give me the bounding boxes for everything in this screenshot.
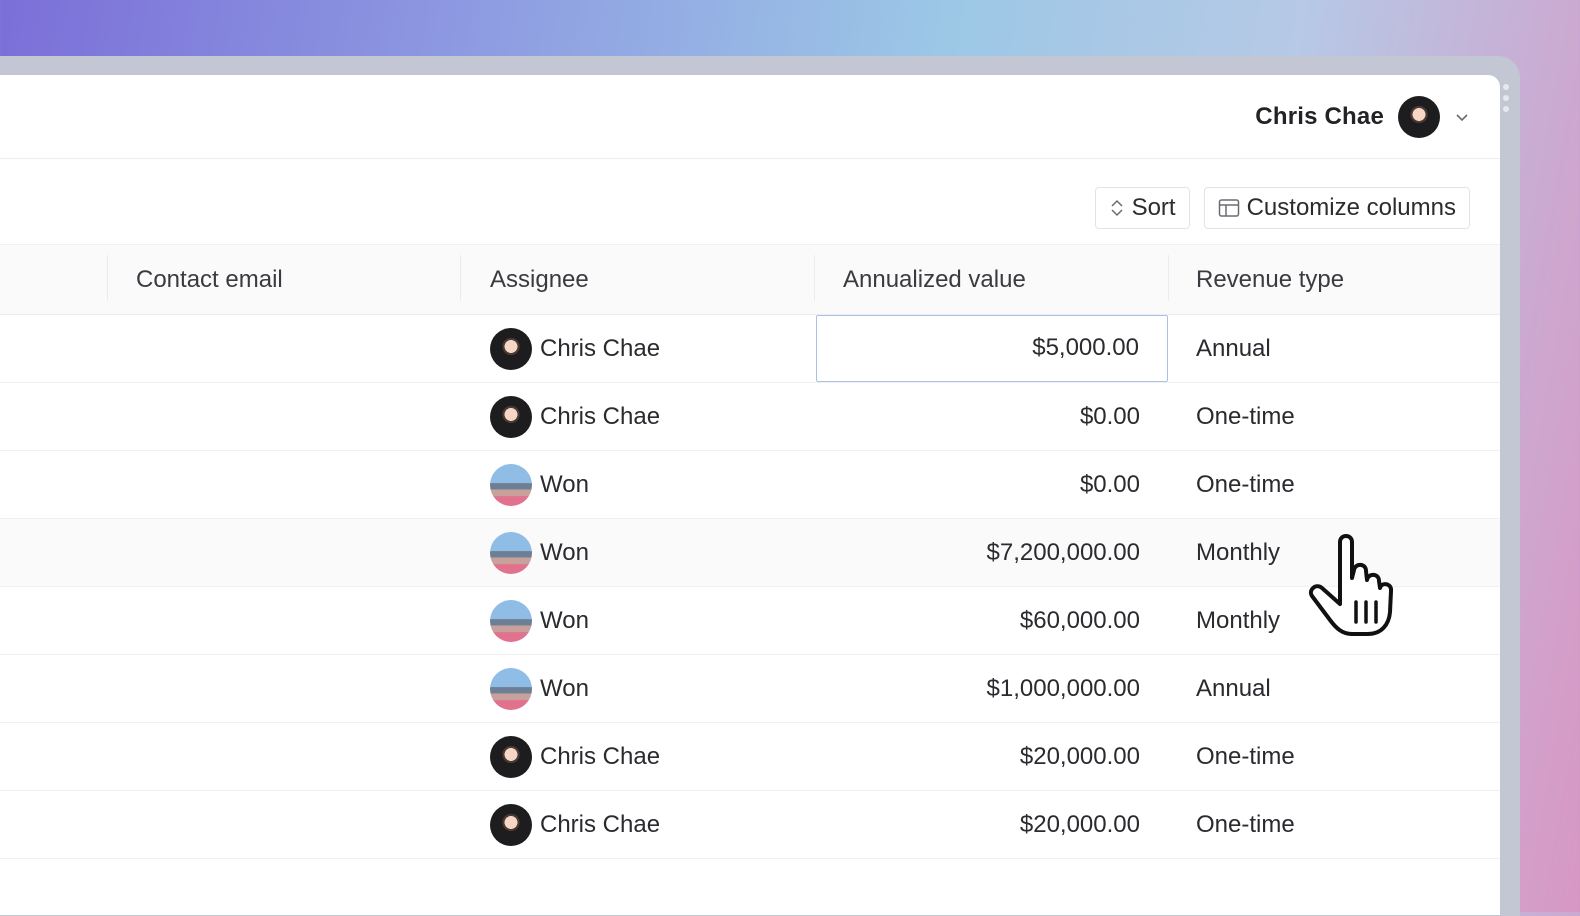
sort-label: Sort xyxy=(1131,194,1176,221)
assignee-name: Won xyxy=(540,674,589,702)
avatar xyxy=(490,463,532,506)
revenue-type-cell[interactable]: One-time xyxy=(1196,723,1295,790)
customize-columns-button[interactable]: Customize columns xyxy=(1203,187,1470,229)
user-menu[interactable]: Chris Chae xyxy=(1255,95,1470,139)
top-header: Chris Chae xyxy=(0,75,1500,159)
assignee-name: Won xyxy=(540,470,589,498)
table-toolbar: Sort Customize columns xyxy=(1094,187,1470,229)
column-header-annualized-value[interactable]: Annualized value xyxy=(843,245,1026,314)
table-row[interactable]: Chris Chae $20,000.00 One-time xyxy=(0,791,1500,859)
table-row[interactable]: Chris Chae $5,000.00 Annual xyxy=(0,315,1500,383)
assignee-cell[interactable]: Won xyxy=(490,587,589,654)
sort-button[interactable]: Sort xyxy=(1094,187,1190,229)
annualized-value-cell[interactable]: $1,000,000.00 xyxy=(816,655,1168,722)
revenue-type-cell[interactable]: Annual xyxy=(1196,655,1271,722)
annualized-value-cell[interactable]: $7,200,000.00 xyxy=(816,519,1168,586)
customize-columns-label: Customize columns xyxy=(1246,194,1456,221)
assignee-cell[interactable]: Chris Chae xyxy=(490,723,660,790)
table-row[interactable]: Won $0.00 One-time xyxy=(0,451,1500,519)
annualized-value-cell[interactable]: $0.00 xyxy=(816,383,1168,450)
table-row[interactable]: Won $1,000,000.00 Annual xyxy=(0,655,1500,723)
user-name: Chris Chae xyxy=(1255,103,1384,130)
assignee-cell[interactable]: Won xyxy=(490,655,589,722)
assignee-cell[interactable]: Chris Chae xyxy=(490,791,660,858)
assignee-name: Won xyxy=(540,606,589,634)
annualized-value-cell[interactable]: $0.00 xyxy=(816,451,1168,518)
avatar xyxy=(490,327,532,370)
avatar xyxy=(490,735,532,778)
app-window: Chris Chae Sort Customize columns Contac… xyxy=(0,75,1500,915)
table-row[interactable]: Won $7,200,000.00 Monthly xyxy=(0,519,1500,587)
table-row[interactable]: Chris Chae $20,000.00 One-time xyxy=(0,723,1500,791)
avatar xyxy=(490,531,532,574)
column-divider[interactable] xyxy=(460,255,461,301)
assignee-name: Chris Chae xyxy=(540,810,661,838)
assignee-name: Chris Chae xyxy=(540,402,661,430)
column-header-revenue-type[interactable]: Revenue type xyxy=(1196,245,1344,314)
revenue-type-cell[interactable]: One-time xyxy=(1196,383,1295,450)
annualized-value-cell[interactable]: $20,000.00 xyxy=(816,723,1168,790)
columns-icon xyxy=(1218,199,1239,217)
revenue-type-cell[interactable]: One-time xyxy=(1196,791,1295,858)
assignee-cell[interactable]: Chris Chae xyxy=(490,383,660,450)
revenue-type-cell[interactable]: Monthly xyxy=(1196,519,1280,586)
window-resize-handle[interactable] xyxy=(1502,84,1510,117)
revenue-type-cell[interactable]: One-time xyxy=(1196,451,1295,518)
column-divider[interactable] xyxy=(814,255,815,301)
table-body: Chris Chae $5,000.00 Annual Chris Chae $0.00… xyxy=(0,315,1500,859)
avatar xyxy=(490,667,532,710)
assignee-cell[interactable]: Won xyxy=(490,451,589,518)
avatar xyxy=(490,395,532,438)
column-divider[interactable] xyxy=(107,255,108,301)
table-row[interactable]: Chris Chae $0.00 One-time xyxy=(0,383,1500,451)
annualized-value-cell[interactable]: $5,000.00 xyxy=(816,315,1168,382)
assignee-cell[interactable]: Chris Chae xyxy=(490,315,660,382)
assignee-name: Chris Chae xyxy=(540,334,661,362)
table-row[interactable]: Won $60,000.00 Monthly xyxy=(0,587,1500,655)
chevron-down-icon[interactable] xyxy=(1454,109,1470,125)
assignee-name: Won xyxy=(540,538,589,566)
table-header: Contact email Assignee Annualized value … xyxy=(0,244,1500,315)
column-divider[interactable] xyxy=(1168,255,1169,301)
sort-icon xyxy=(1111,199,1123,217)
annualized-value-cell[interactable]: $60,000.00 xyxy=(816,587,1168,654)
assignee-cell[interactable]: Won xyxy=(490,519,589,586)
avatar xyxy=(490,803,532,846)
annualized-value-cell[interactable]: $20,000.00 xyxy=(816,791,1168,858)
deals-table: Contact email Assignee Annualized value … xyxy=(0,244,1500,859)
revenue-type-cell[interactable]: Annual xyxy=(1196,315,1271,382)
user-avatar xyxy=(1398,96,1440,138)
assignee-name: Chris Chae xyxy=(540,742,661,770)
revenue-type-cell[interactable]: Monthly xyxy=(1196,587,1280,654)
column-header-contact-email[interactable]: Contact email xyxy=(136,245,283,314)
avatar xyxy=(490,599,532,642)
column-header-assignee[interactable]: Assignee xyxy=(490,245,589,314)
